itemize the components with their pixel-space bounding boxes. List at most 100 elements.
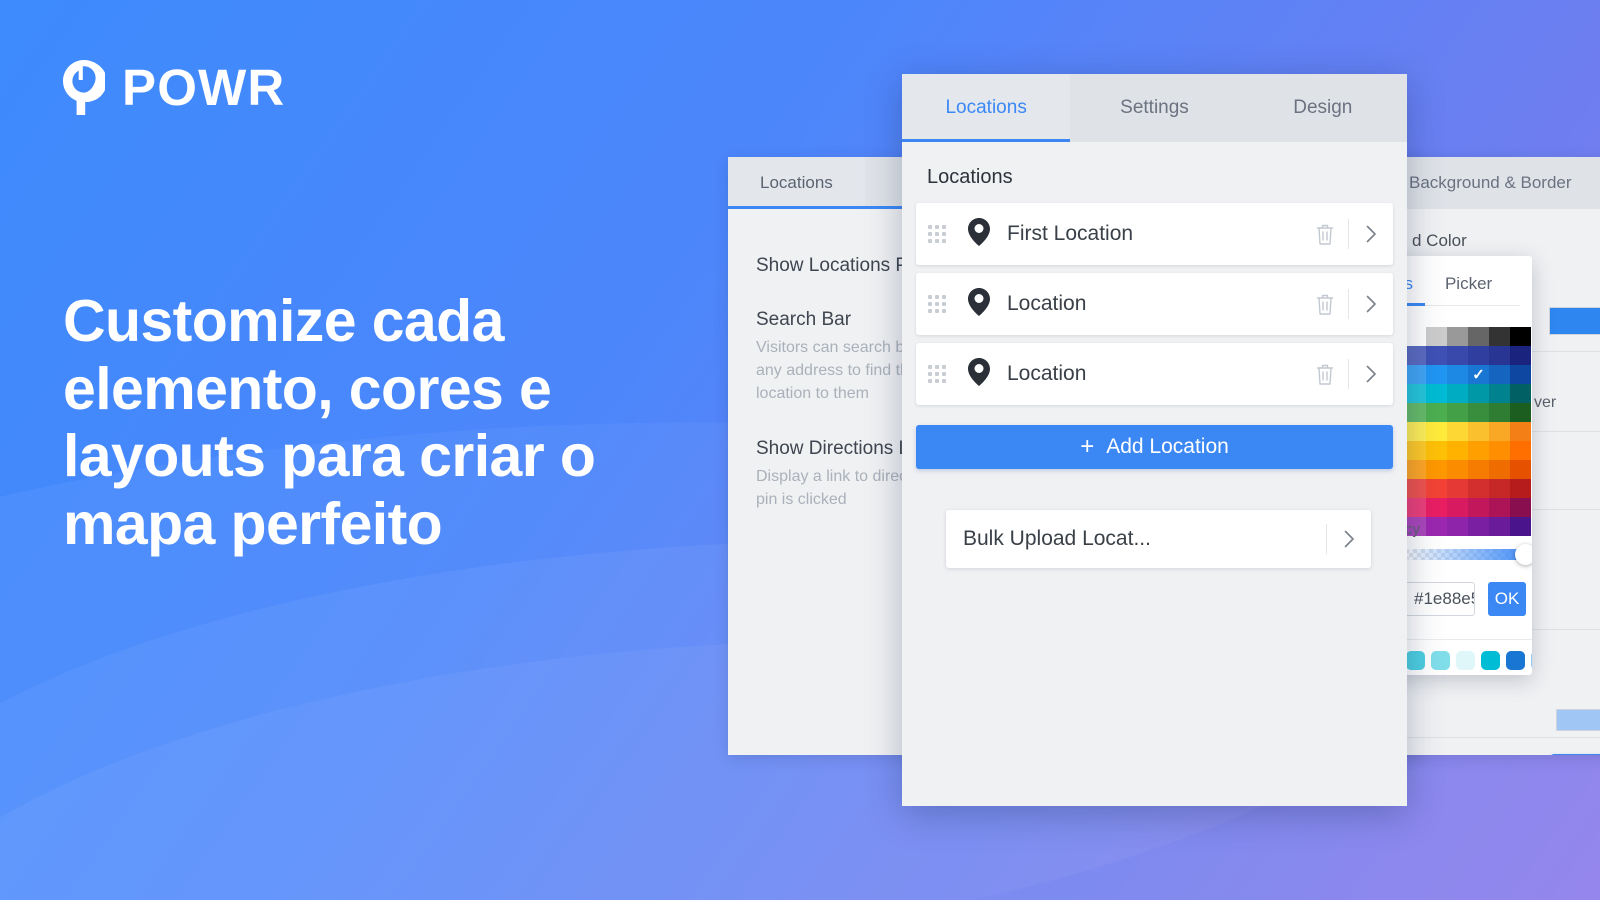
chevron-right-icon[interactable] — [1327, 508, 1371, 570]
recent-color-swatch[interactable] — [1456, 651, 1475, 670]
color-swatch[interactable]: ✓ — [1468, 365, 1489, 384]
color-swatch[interactable] — [1426, 479, 1447, 498]
color-swatch[interactable] — [1447, 498, 1468, 517]
color-swatch[interactable] — [1510, 346, 1531, 365]
color-swatch[interactable] — [1468, 403, 1489, 422]
color-swatch[interactable] — [1468, 384, 1489, 403]
design-tab-background-border[interactable]: Background & Border — [1409, 173, 1572, 193]
color-swatch[interactable] — [1510, 441, 1531, 460]
recent-color-swatch[interactable] — [1431, 651, 1450, 670]
color-swatch[interactable] — [1489, 327, 1510, 346]
color-swatch[interactable] — [1405, 327, 1426, 346]
recent-color-swatch[interactable] — [1531, 651, 1532, 670]
color-swatch[interactable] — [1426, 403, 1447, 422]
color-swatch[interactable] — [1426, 517, 1447, 536]
color-swatch[interactable] — [1447, 422, 1468, 441]
opacity-slider-track[interactable] — [1405, 549, 1532, 560]
color-swatch[interactable] — [1405, 403, 1426, 422]
color-swatch[interactable] — [1489, 422, 1510, 441]
color-swatch[interactable] — [1489, 403, 1510, 422]
color-swatch[interactable] — [1468, 517, 1489, 536]
trash-icon[interactable] — [1302, 343, 1348, 405]
trash-icon[interactable] — [1302, 203, 1348, 265]
color-swatch[interactable] — [1468, 498, 1489, 517]
color-swatch[interactable] — [1510, 327, 1531, 346]
color-swatch[interactable] — [1426, 346, 1447, 365]
border-color-swatch[interactable] — [1556, 709, 1600, 731]
color-swatch[interactable] — [1468, 327, 1489, 346]
color-swatch[interactable] — [1510, 479, 1531, 498]
recent-color-swatch[interactable] — [1481, 651, 1500, 670]
color-swatch[interactable] — [1447, 460, 1468, 479]
color-swatch[interactable] — [1510, 422, 1531, 441]
color-swatch[interactable] — [1405, 479, 1426, 498]
background-color-swatch[interactable] — [1549, 307, 1600, 335]
color-swatch[interactable] — [1489, 346, 1510, 365]
chevron-right-icon[interactable] — [1349, 343, 1393, 405]
color-swatch[interactable] — [1426, 384, 1447, 403]
color-swatch[interactable] — [1489, 517, 1510, 536]
color-swatch[interactable] — [1405, 460, 1426, 479]
color-swatch[interactable] — [1447, 441, 1468, 460]
color-swatch[interactable] — [1510, 460, 1531, 479]
color-swatch[interactable] — [1447, 346, 1468, 365]
ok-button[interactable]: OK — [1488, 582, 1526, 616]
color-swatch[interactable] — [1405, 441, 1426, 460]
color-swatch[interactable] — [1489, 479, 1510, 498]
color-swatch[interactable] — [1405, 384, 1426, 403]
add-location-button[interactable]: + Add Location — [916, 425, 1393, 469]
location-row[interactable]: First Location — [916, 203, 1393, 265]
color-swatch[interactable] — [1426, 365, 1447, 384]
color-swatch[interactable] — [1468, 479, 1489, 498]
color-swatch[interactable] — [1405, 498, 1426, 517]
tab-design[interactable]: Design — [1239, 74, 1407, 142]
color-swatch[interactable] — [1489, 460, 1510, 479]
color-swatch[interactable] — [1426, 460, 1447, 479]
color-swatch[interactable] — [1489, 384, 1510, 403]
color-swatch[interactable] — [1468, 422, 1489, 441]
color-swatch[interactable] — [1426, 422, 1447, 441]
color-swatch[interactable] — [1510, 365, 1531, 384]
color-swatch[interactable] — [1510, 517, 1531, 536]
color-swatch[interactable] — [1447, 479, 1468, 498]
color-swatch[interactable] — [1405, 346, 1426, 365]
color-swatch[interactable] — [1426, 441, 1447, 460]
color-swatch[interactable] — [1447, 403, 1468, 422]
drag-handle-icon[interactable] — [928, 365, 946, 383]
color-swatch[interactable] — [1405, 365, 1426, 384]
color-swatch[interactable] — [1468, 441, 1489, 460]
color-swatch[interactable] — [1468, 346, 1489, 365]
color-swatch[interactable] — [1489, 498, 1510, 517]
location-row[interactable]: Location — [916, 273, 1393, 335]
done-button[interactable]: D — [1550, 754, 1600, 755]
tab-picker[interactable]: Picker — [1445, 274, 1492, 306]
color-swatch-grid[interactable]: ✓ — [1405, 327, 1531, 536]
color-swatch[interactable] — [1510, 498, 1531, 517]
color-swatch[interactable] — [1447, 365, 1468, 384]
chevron-right-icon[interactable] — [1349, 203, 1393, 265]
bulk-upload-row[interactable]: Bulk Upload Locat... — [946, 510, 1371, 568]
trash-icon[interactable] — [1302, 273, 1348, 335]
color-swatch[interactable] — [1447, 517, 1468, 536]
color-swatch[interactable] — [1468, 460, 1489, 479]
color-swatch[interactable] — [1405, 422, 1426, 441]
recent-color-swatch[interactable] — [1506, 651, 1525, 670]
color-swatch[interactable] — [1426, 498, 1447, 517]
color-swatch[interactable] — [1510, 403, 1531, 422]
recent-color-swatch[interactable] — [1406, 651, 1425, 670]
color-swatch[interactable] — [1426, 327, 1447, 346]
tab-locations[interactable]: Locations — [902, 74, 1071, 142]
background-tab-locations[interactable]: Locations — [728, 157, 905, 209]
chevron-right-icon[interactable] — [1349, 273, 1393, 335]
opacity-slider-knob[interactable] — [1515, 544, 1532, 565]
tab-settings[interactable]: Settings — [1070, 74, 1238, 142]
color-swatch[interactable] — [1489, 365, 1510, 384]
drag-handle-icon[interactable] — [928, 225, 946, 243]
location-row[interactable]: Location — [916, 343, 1393, 405]
color-swatch[interactable] — [1447, 327, 1468, 346]
hex-color-input[interactable]: #1e88e5 — [1405, 582, 1475, 616]
color-swatch[interactable] — [1489, 441, 1510, 460]
color-swatch[interactable] — [1447, 384, 1468, 403]
drag-handle-icon[interactable] — [928, 295, 946, 313]
color-swatch[interactable] — [1510, 384, 1531, 403]
